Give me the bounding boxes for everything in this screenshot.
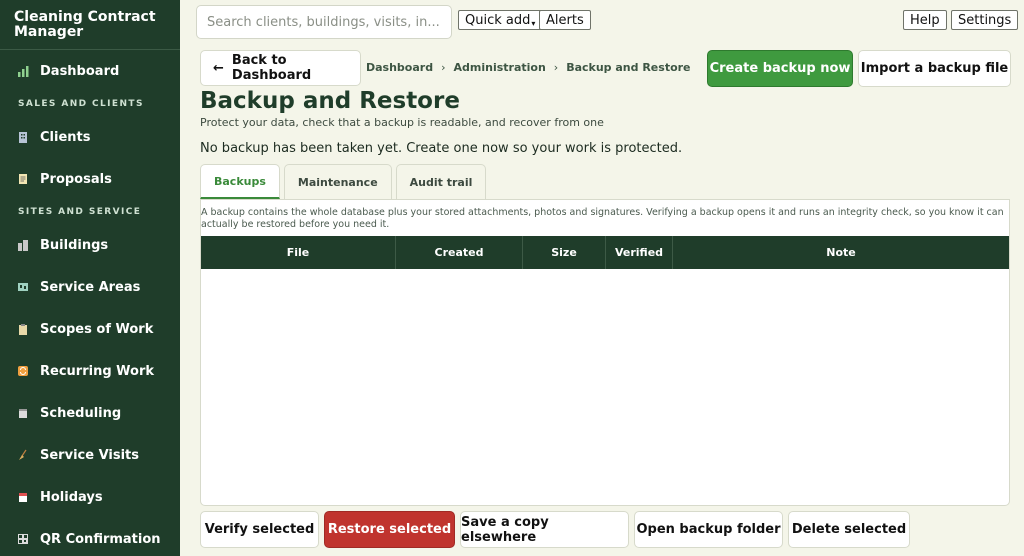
arrow-left-icon: ←: [213, 60, 224, 76]
backups-panel: A backup contains the whole database plu…: [200, 199, 1010, 506]
buildings-icon: [16, 238, 30, 252]
sidebar-item-label: Service Areas: [40, 279, 141, 295]
calendar-date-icon: [16, 490, 30, 504]
create-backup-button[interactable]: Create backup now: [707, 50, 853, 87]
tab-maintenance[interactable]: Maintenance: [283, 164, 392, 199]
sidebar-item-scheduling[interactable]: Scheduling: [0, 392, 180, 434]
tab-audit-trail[interactable]: Audit trail: [395, 164, 487, 199]
column-size[interactable]: Size: [523, 236, 606, 269]
table-header: File Created Size Verified Note: [201, 236, 1009, 269]
sidebar-item-label: Service Visits: [40, 447, 140, 463]
sidebar-item-label: Holidays: [40, 489, 103, 505]
repeat-icon: [16, 364, 30, 378]
breadcrumb: Dashboard › Administration › Backup and …: [366, 61, 691, 74]
tab-backups[interactable]: Backups: [200, 164, 280, 199]
calendar-icon: [16, 406, 30, 420]
import-backup-button[interactable]: Import a backup file: [858, 50, 1011, 87]
sidebar-item-holidays[interactable]: Holidays: [0, 476, 180, 518]
sidebar-item-qr-confirmation[interactable]: QR Confirmation: [0, 518, 180, 556]
delete-selected-button[interactable]: Delete selected: [788, 511, 910, 548]
alerts-button[interactable]: Alerts: [539, 10, 591, 30]
back-to-dashboard-button[interactable]: ← Back to Dashboard: [200, 50, 361, 86]
settings-button[interactable]: Settings: [951, 10, 1019, 30]
app-title: Cleaning Contract Manager: [0, 0, 180, 50]
sidebar-item-label: QR Confirmation: [40, 531, 161, 547]
column-created[interactable]: Created: [396, 236, 523, 269]
sidebar-item-recurring-work[interactable]: Recurring Work: [0, 350, 180, 392]
sidebar-item-label: Buildings: [40, 237, 109, 253]
quick-add-button[interactable]: Quick add ▾: [458, 10, 543, 30]
sidebar-item-label: Recurring Work: [40, 363, 155, 379]
save-copy-button[interactable]: Save a copy elsewhere: [460, 511, 629, 548]
tab-bar: Backups Maintenance Audit trail: [200, 164, 487, 199]
sidebar-item-label: Clients: [40, 129, 91, 145]
back-label: Back to Dashboard: [231, 53, 312, 83]
clipboard-icon: [16, 322, 30, 336]
verify-selected-button[interactable]: Verify selected: [200, 511, 319, 548]
sidebar-item-label: Dashboard: [40, 63, 120, 79]
broom-icon: [16, 448, 30, 462]
sidebar-item-label: Scheduling: [40, 405, 122, 421]
breadcrumb-separator: ›: [441, 61, 446, 74]
sidebar-item-service-visits[interactable]: Service Visits: [0, 434, 180, 476]
sidebar-item-buildings[interactable]: Buildings: [0, 224, 180, 266]
page-subtitle: Protect your data, check that a backup i…: [200, 116, 604, 129]
sidebar-nav: Dashboard SALES AND CLIENTS Clients Proposa…: [0, 50, 180, 556]
world-map-icon: [16, 280, 30, 294]
sidebar-item-service-areas[interactable]: Service Areas: [0, 266, 180, 308]
restore-selected-button[interactable]: Restore selected: [324, 511, 455, 548]
sidebar-item-scopes-of-work[interactable]: Scopes of Work: [0, 308, 180, 350]
backup-info-note: A backup contains the whole database plu…: [201, 207, 1004, 230]
quick-add-label: Quick add: [465, 12, 531, 28]
backup-status-message: No backup has been taken yet. Create one…: [200, 141, 683, 156]
dropdown-caret-icon: ▾: [531, 19, 536, 28]
breadcrumb-current: Backup and Restore: [566, 61, 691, 74]
sidebar-section-label: SITES AND SERVICE: [18, 207, 142, 217]
breadcrumb-administration[interactable]: Administration: [454, 61, 546, 74]
bar-chart-icon: [16, 64, 30, 78]
column-file[interactable]: File: [201, 236, 396, 269]
search-placeholder: Search clients, buildings, visits, in...: [207, 14, 440, 30]
sidebar: Cleaning Contract Manager Dashboard SALES…: [0, 0, 180, 556]
sidebar-item-dashboard[interactable]: Dashboard: [0, 50, 180, 92]
page-title: Backup and Restore: [200, 88, 460, 114]
qr-code-icon: [16, 532, 30, 546]
open-backup-folder-button[interactable]: Open backup folder: [634, 511, 783, 548]
sidebar-item-proposals[interactable]: Proposals: [0, 158, 180, 200]
breadcrumb-dashboard[interactable]: Dashboard: [366, 61, 433, 74]
column-note[interactable]: Note: [673, 236, 1009, 269]
search-input[interactable]: Search clients, buildings, visits, in...: [196, 5, 452, 39]
breadcrumb-separator: ›: [553, 61, 559, 74]
sidebar-section-label: SALES AND CLIENTS: [18, 99, 144, 109]
column-verified[interactable]: Verified: [606, 236, 673, 269]
help-button[interactable]: Help: [903, 10, 947, 30]
sidebar-item-label: Proposals: [40, 171, 112, 187]
office-building-icon: [16, 130, 30, 144]
sidebar-item-label: Scopes of Work: [40, 321, 154, 337]
memo-icon: [16, 172, 30, 186]
sidebar-item-clients[interactable]: Clients: [0, 116, 180, 158]
